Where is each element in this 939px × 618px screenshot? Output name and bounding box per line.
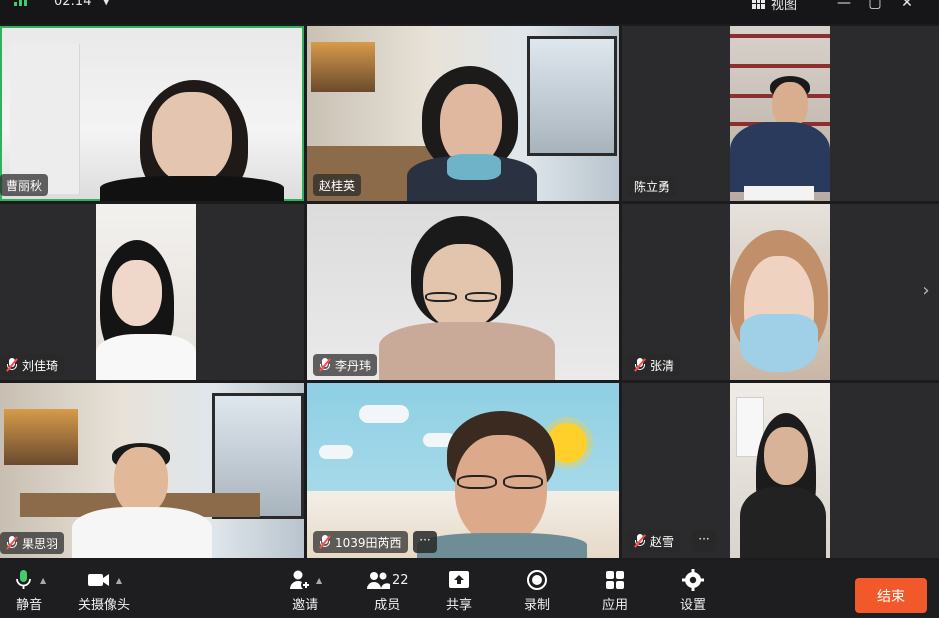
microphone-icon: ▲ [12, 569, 46, 591]
mic-muted-icon [319, 535, 331, 549]
record-button[interactable]: 录制 [524, 569, 550, 613]
video-tile[interactable]: 曹丽秋 [0, 26, 304, 201]
camera-label: 关摄像头 [78, 598, 131, 613]
video-tile[interactable]: 陈立勇 [622, 26, 939, 201]
meeting-window: 02:14 ▼ 视图 — ▢ ✕ 曹丽秋 赵桂英 陈立勇 刘佳琦 李丹玮 张清 … [0, 0, 939, 618]
share-label: 共享 [446, 598, 473, 613]
mic-muted-icon [6, 536, 18, 550]
member-count: 22 [392, 572, 409, 588]
participant-name: 赵雪 [650, 534, 675, 549]
apps-button[interactable]: 应用 [602, 569, 628, 613]
participant-name-badge: 曹丽秋 [0, 174, 49, 196]
members-label: 成员 [374, 598, 401, 613]
video-tile[interactable]: 李丹玮 [307, 204, 619, 380]
more-options-button[interactable]: ··· [692, 530, 716, 552]
mic-muted-icon [6, 358, 18, 372]
wall-painting [311, 42, 375, 92]
members-button[interactable]: 22 成员 [366, 569, 409, 613]
participant-video-frame [730, 383, 830, 558]
bottom-toolbar: ▲ 静音 ▲ 关摄像头 ▲ 邀请 22 成员 共享 录制 应用 设置 结束 [0, 561, 939, 618]
participant-name: 张清 [650, 358, 675, 373]
apps-icon [603, 569, 627, 591]
invite-button[interactable]: ▲ 邀请 [288, 569, 322, 613]
participant-name: 果思羽 [22, 536, 59, 551]
mute-button[interactable]: ▲ 静音 [12, 569, 46, 613]
participant-name-badge: 赵桂英 [313, 174, 362, 196]
video-tile[interactable]: 刘佳琦 [0, 204, 304, 380]
invite-icon: ▲ [288, 569, 322, 591]
chevron-down-icon[interactable]: ▲ [40, 576, 46, 585]
invite-label: 邀请 [292, 598, 319, 613]
chevron-right-icon[interactable]: › [918, 280, 934, 306]
settings-button[interactable]: 设置 [680, 569, 706, 613]
camera-button[interactable]: ▲ 关摄像头 [78, 569, 130, 613]
participant-name-badge: 张清 [628, 354, 681, 376]
participant-name: 陈立勇 [634, 179, 671, 194]
participant-name-badge: 赵雪 [628, 530, 681, 552]
signal-icon[interactable] [14, 0, 27, 6]
participant-name-badge: 李丹玮 [313, 354, 378, 376]
participant-name-badge: 陈立勇 [628, 175, 677, 197]
video-tile[interactable]: 张清 [622, 204, 939, 380]
participant-name: 赵桂英 [319, 178, 356, 193]
meeting-timer: 02:14 [54, 0, 92, 9]
video-tile[interactable]: 1039田芮西 ··· [307, 383, 619, 558]
video-tile[interactable]: 果思羽 [0, 383, 304, 558]
participant-name-badge: 果思羽 [0, 532, 65, 554]
participant-name: 1039田芮西 [335, 535, 402, 550]
mic-muted-icon [634, 534, 646, 548]
wall-panel [10, 44, 80, 194]
grid-icon [752, 0, 765, 9]
mic-muted-icon [319, 358, 331, 372]
participant-name-badge: 1039田芮西 [313, 531, 408, 553]
window [527, 36, 617, 156]
wall-painting [4, 409, 78, 465]
participant-video-frame [730, 204, 830, 380]
top-bar: 02:14 ▼ 视图 — ▢ ✕ [0, 0, 939, 24]
gear-icon [681, 569, 705, 591]
maximize-button[interactable]: ▢ [866, 0, 884, 11]
record-icon [525, 569, 549, 591]
participant-name: 曹丽秋 [6, 178, 43, 193]
settings-label: 设置 [680, 598, 707, 613]
members-icon: 22 [366, 569, 409, 591]
participant-video-frame [730, 26, 830, 201]
chevron-down-icon[interactable]: ▲ [316, 576, 322, 585]
record-label: 录制 [524, 598, 551, 613]
close-button[interactable]: ✕ [898, 0, 916, 11]
minimize-button[interactable]: — [835, 0, 853, 11]
share-button[interactable]: 共享 [446, 569, 472, 613]
share-icon [447, 569, 471, 591]
view-button[interactable]: 视图 [752, 0, 797, 13]
participant-name-badge: 刘佳琦 [0, 354, 65, 376]
mute-label: 静音 [16, 598, 43, 613]
more-options-button[interactable]: ··· [413, 531, 437, 553]
end-meeting-button[interactable]: 结束 [855, 578, 927, 613]
participant-name: 刘佳琦 [22, 358, 59, 373]
participant-name: 李丹玮 [335, 358, 372, 373]
video-tile[interactable]: 赵桂英 [307, 26, 619, 201]
chevron-down-icon[interactable]: ▼ [102, 0, 110, 7]
apps-label: 应用 [602, 598, 629, 613]
participant-video-frame [96, 204, 196, 380]
camera-icon: ▲ [86, 569, 122, 591]
chevron-down-icon[interactable]: ▲ [116, 576, 122, 585]
view-label: 视图 [771, 0, 798, 13]
cloud-decoration [319, 445, 353, 459]
video-tile[interactable]: 赵雪 ··· [622, 383, 939, 558]
mic-muted-icon [634, 358, 646, 372]
cloud-decoration [359, 405, 409, 423]
